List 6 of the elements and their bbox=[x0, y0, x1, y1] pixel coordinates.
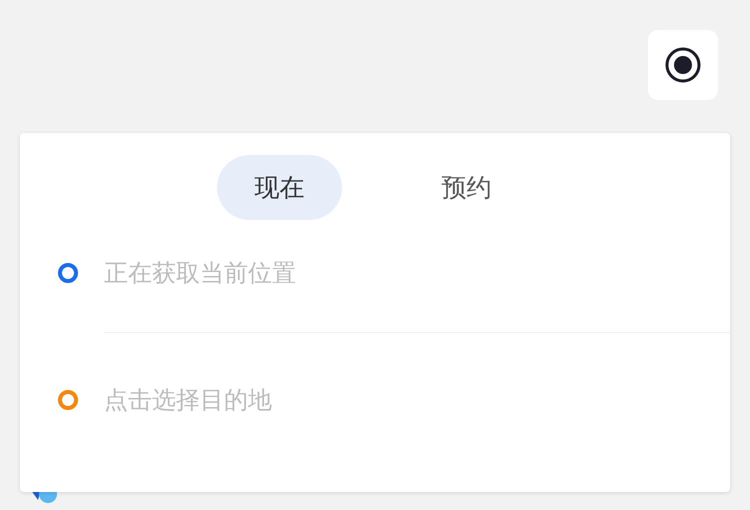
locate-button[interactable] bbox=[648, 30, 718, 100]
location-field[interactable]: 正在获取当前位置 bbox=[104, 259, 624, 287]
tab[interactable]: 预约 bbox=[404, 155, 529, 220]
tab[interactable]: 现在 bbox=[217, 155, 342, 220]
locate-icon bbox=[664, 46, 702, 84]
location-field[interactable]: 点击选择目的地 bbox=[104, 386, 624, 414]
